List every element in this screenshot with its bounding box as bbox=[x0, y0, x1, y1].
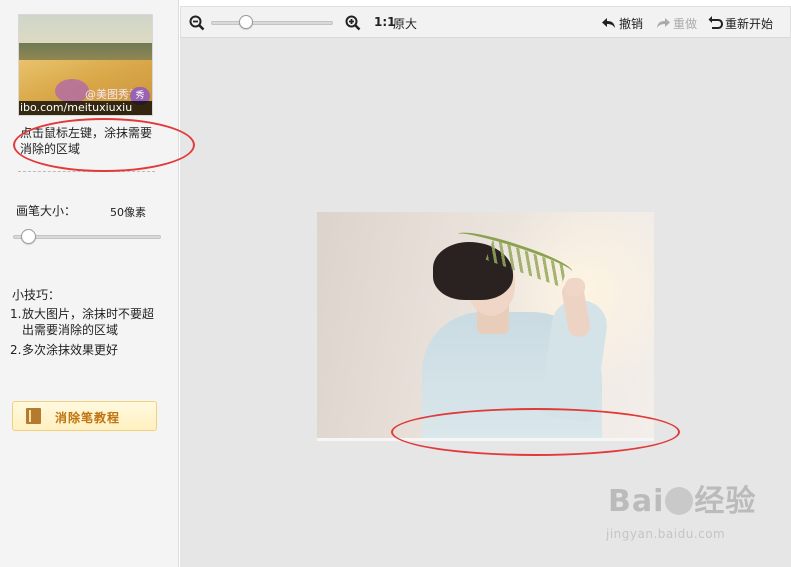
toolbar: 1:1 原大 撤销 重做 重新开始 bbox=[180, 6, 791, 38]
redo-icon[interactable] bbox=[655, 15, 671, 31]
original-size-button[interactable]: 原大 bbox=[393, 15, 417, 32]
tip-number: 1. bbox=[10, 307, 22, 321]
book-icon bbox=[26, 408, 41, 424]
weibo-logo-icon bbox=[55, 79, 89, 103]
annotation-ellipse-photo-bottom bbox=[391, 408, 680, 456]
tip-text: 放大图片，涂抹时不要超 bbox=[22, 307, 155, 321]
watermark-brand-left: Bai bbox=[608, 484, 665, 519]
tips-title: 小技巧： bbox=[12, 288, 61, 302]
preview-thumbnail: @美图秀秀 秀 ibo.com/meituxiuxiu bbox=[18, 14, 153, 116]
photo-hand bbox=[565, 278, 585, 296]
undo-button[interactable]: 撤销 bbox=[619, 15, 643, 32]
tip-number: 2. bbox=[10, 343, 22, 357]
brush-size-value: 50像素 bbox=[110, 206, 146, 219]
undo-icon[interactable] bbox=[601, 15, 617, 31]
tip-text: 多次涂抹效果更好 bbox=[22, 343, 119, 357]
watermark-brand-right: 经验 bbox=[694, 484, 757, 519]
zoom-in-icon[interactable] bbox=[345, 15, 361, 31]
tip-text-continued: 出需要消除的区域 bbox=[22, 323, 119, 337]
eraser-tutorial-button[interactable]: 消除笔教程 bbox=[12, 401, 157, 431]
restart-button[interactable]: 重新开始 bbox=[725, 15, 773, 32]
annotation-ellipse-hint bbox=[13, 118, 195, 172]
zoom-out-icon[interactable] bbox=[189, 15, 205, 31]
zoom-slider-knob[interactable] bbox=[239, 15, 253, 29]
tip-item: 2.多次涂抹效果更好 bbox=[10, 342, 118, 358]
baidu-jingyan-watermark: Bai 经验 jingyan.baidu.com bbox=[606, 484, 757, 542]
sidebar: @美图秀秀 秀 ibo.com/meituxiuxiu 点击鼠标左键，涂抹需要消… bbox=[0, 0, 179, 567]
tip-item: 1.放大图片，涂抹时不要超 出需要消除的区域 bbox=[10, 306, 154, 338]
restart-icon[interactable] bbox=[708, 15, 724, 31]
brush-size-label: 画笔大小： bbox=[16, 204, 77, 218]
photo-being-edited[interactable] bbox=[317, 212, 654, 441]
tutorial-button-label: 消除笔教程 bbox=[55, 411, 121, 425]
preview-url-text: ibo.com/meituxiuxiu bbox=[19, 101, 152, 115]
redo-button[interactable]: 重做 bbox=[673, 15, 697, 32]
zoom-slider-track[interactable] bbox=[211, 21, 333, 25]
baidu-paw-icon bbox=[665, 487, 694, 515]
watermark-url: jingyan.baidu.com bbox=[606, 527, 726, 541]
brush-size-slider-knob[interactable] bbox=[21, 229, 36, 244]
